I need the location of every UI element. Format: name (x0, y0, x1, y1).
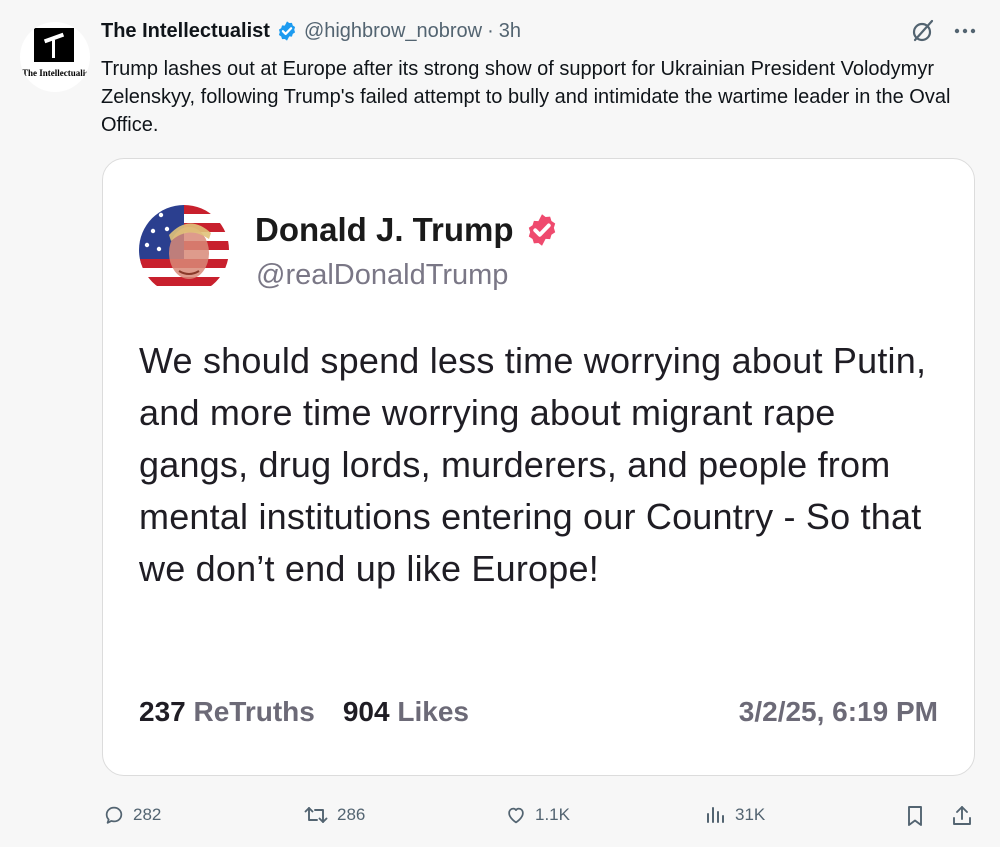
quoted-author-handle: @realDonaldTrump (256, 259, 509, 291)
intellectualist-logo-icon (34, 28, 74, 62)
retruths-label: ReTruths (193, 696, 315, 727)
top-right-icons (910, 18, 976, 44)
post-time[interactable]: 3h (499, 20, 521, 43)
post: The Intellectualist The Intellectualist … (0, 0, 1000, 847)
share-button[interactable] (950, 804, 974, 828)
quoted-likes-label: Likes (397, 696, 469, 727)
views-button[interactable]: 31K (705, 804, 765, 826)
quoted-author-name: Donald J. Trump (255, 211, 560, 249)
reply-icon (103, 804, 125, 826)
quoted-post-stats: 237 ReTruths 904 Likes (139, 696, 469, 728)
post-text: Trump lashes out at Europe after its str… (101, 58, 951, 136)
quoted-post-text: We should spend less time worrying about… (139, 340, 927, 589)
like-count: 1.1K (535, 805, 570, 824)
reply-button[interactable]: 282 (103, 804, 161, 826)
author-avatar[interactable]: The Intellectualist (20, 22, 90, 92)
more-icon[interactable] (954, 28, 976, 34)
reply-count: 282 (133, 805, 162, 824)
views-chart-icon (705, 804, 727, 826)
avatar-logo-text: The Intellectualist (22, 68, 88, 78)
retruths-count: 237 (139, 696, 186, 727)
quoted-post-date: 3/2/25, 6:19 PM (738, 696, 938, 727)
like-button[interactable]: 1.1K (505, 804, 570, 826)
repost-button[interactable]: 286 (303, 804, 365, 826)
author-handle[interactable]: @highbrow_nobrow (304, 20, 482, 43)
likes-stat: 904 Likes (343, 696, 469, 728)
quoted-post-card[interactable]: Donald J. Trump @realDonaldTrump We shou… (102, 158, 975, 776)
author-display-name[interactable]: The Intellectualist (101, 20, 270, 43)
action-bar: 282 286 1.1K 31K (0, 798, 1000, 838)
retruths-stat: 237 ReTruths (139, 696, 315, 728)
bookmark-button[interactable] (904, 804, 926, 828)
header-separator: · (487, 19, 494, 42)
share-icon (950, 804, 974, 828)
quoted-author-name-text: Donald J. Trump (255, 211, 514, 248)
quoted-author-avatar (139, 205, 229, 295)
truth-verified-badge-icon (524, 212, 560, 248)
grok-icon[interactable] (910, 18, 936, 44)
repost-icon (303, 804, 329, 826)
post-header: The Intellectualist @highbrow_nobrow · 3… (101, 16, 521, 46)
repost-count: 286 (337, 805, 366, 824)
views-count: 31K (735, 805, 766, 824)
bookmark-icon (904, 804, 926, 828)
verified-badge-icon[interactable] (276, 20, 298, 42)
quoted-likes-count: 904 (342, 696, 390, 727)
heart-icon (505, 804, 527, 826)
